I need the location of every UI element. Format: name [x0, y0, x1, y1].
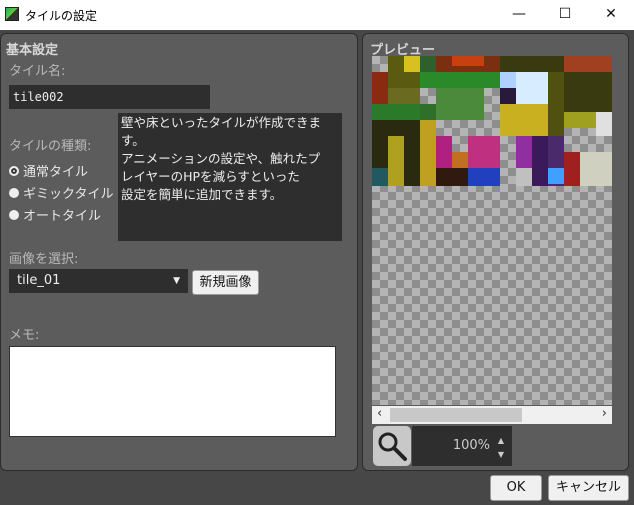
image-select-dropdown[interactable]: tile_01 ▼ [9, 269, 188, 293]
tile-block [548, 168, 564, 184]
memo-textarea[interactable] [9, 346, 336, 437]
image-select-value: tile_01 [17, 273, 61, 288]
window-title: タイルの設定 [25, 9, 98, 23]
scroll-right-icon[interactable]: › [602, 406, 607, 421]
tile-block [452, 56, 484, 66]
radio-selected-icon [9, 165, 19, 176]
memo-label: メモ: [9, 328, 40, 343]
app-icon [5, 7, 19, 21]
tile-block [500, 88, 516, 104]
tile-block [452, 152, 468, 168]
radio-label: オートタイル [23, 209, 102, 224]
tile-block [500, 72, 516, 88]
radio-auto-tile[interactable]: オートタイル [9, 205, 101, 224]
radio-icon [9, 209, 19, 220]
tile-block [404, 56, 420, 72]
scroll-left-icon[interactable]: ‹ [377, 406, 382, 421]
tile-block [436, 88, 484, 120]
tile-block [420, 120, 436, 186]
tile-block [468, 136, 500, 168]
tile-block [516, 72, 548, 104]
tileset-image [372, 56, 612, 186]
radio-label: 通常タイル [23, 165, 89, 180]
tile-name-label: タイル名: [9, 64, 66, 79]
horizontal-scrollbar[interactable]: ‹ › [372, 406, 612, 424]
tile-block [420, 72, 500, 88]
tile-block [468, 168, 500, 186]
tile-block [516, 104, 548, 136]
magnifier-icon [378, 432, 407, 461]
tile-block [564, 56, 612, 72]
zoom-button[interactable] [373, 426, 411, 466]
tile-block [436, 136, 452, 168]
tile-block [388, 136, 404, 186]
radio-normal-tile[interactable]: 通常タイル [9, 161, 88, 180]
new-image-button[interactable]: 新規画像 [192, 270, 259, 295]
spinner-arrows-icon[interactable]: ▲ ▼ [498, 420, 504, 462]
tile-block [500, 104, 516, 136]
tile-type-label: タイルの種類: [9, 139, 92, 154]
tile-type-description: 壁や床といったタイルが作成できま す。 アニメーションの設定や、触れたプ レイヤ… [118, 113, 342, 241]
radio-icon [9, 187, 19, 198]
tile-block [372, 168, 388, 186]
tile-block [564, 112, 596, 128]
zoom-level-spinner[interactable]: 100% ▲ ▼ [412, 426, 512, 466]
tile-block [388, 88, 420, 104]
tileset-preview[interactable] [372, 56, 612, 405]
tile-block [532, 136, 548, 186]
tile-block [580, 152, 612, 186]
tile-block [564, 152, 580, 186]
zoom-level-value: 100% [452, 438, 490, 453]
tile-block [372, 104, 420, 120]
tile-block [596, 112, 612, 136]
maximize-button[interactable]: ☐ [542, 0, 588, 30]
minimize-button[interactable]: — [496, 0, 542, 30]
radio-gimmick-tile[interactable]: ギミックタイル [9, 183, 113, 202]
cancel-button[interactable]: キャンセル [548, 475, 629, 501]
tile-block [436, 168, 468, 186]
chevron-down-icon: ▼ [173, 276, 180, 286]
tile-block [548, 72, 564, 136]
tile-block [516, 136, 532, 168]
tile-name-input[interactable] [9, 85, 210, 109]
radio-label: ギミックタイル [23, 187, 114, 202]
image-select-label: 画像を選択: [9, 252, 79, 267]
title-bar: タイルの設定 — ☐ ✕ [0, 0, 634, 30]
tile-block [372, 72, 388, 104]
tile-block [500, 56, 564, 72]
close-button[interactable]: ✕ [588, 0, 634, 30]
tile-block [516, 168, 532, 186]
ok-button[interactable]: OK [490, 475, 542, 501]
basic-settings-header: 基本設定 [6, 43, 59, 58]
